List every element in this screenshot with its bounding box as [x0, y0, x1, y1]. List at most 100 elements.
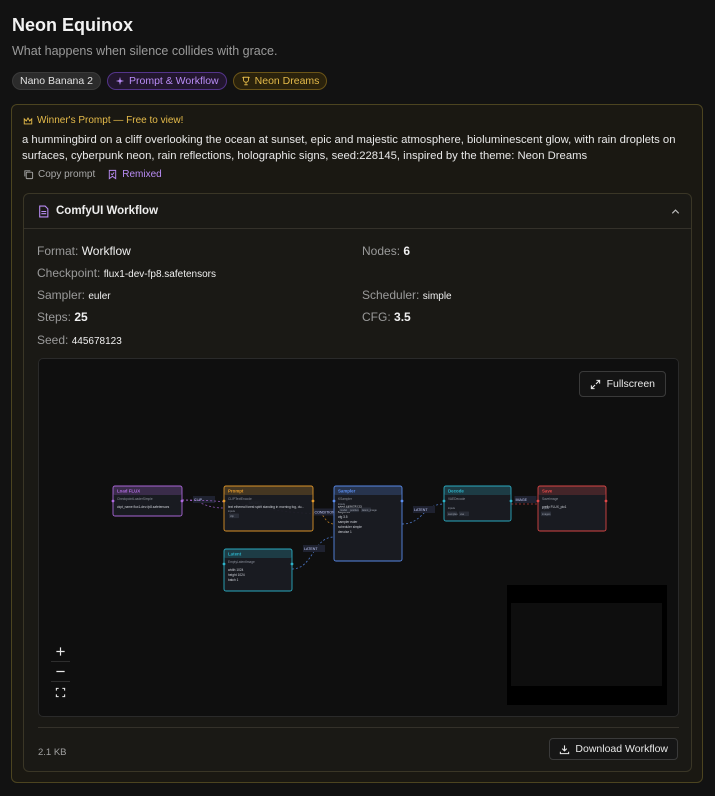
node-port [180, 499, 184, 503]
meta-nodes: Nodes: 6 [362, 244, 410, 258]
meta-nodes-label: Nodes: [362, 244, 401, 258]
node-port [111, 499, 115, 503]
meta-cfg-value: 3.5 [394, 310, 411, 324]
fit-view-icon [55, 687, 66, 697]
node-field: denoise 1 [338, 530, 352, 534]
tag-list: Nano Banana 2 Prompt & Workflow Neon Dre… [12, 72, 328, 90]
meta-checkpoint: Checkpoint: flux1-dev-fp8.safetensors [37, 266, 216, 280]
workflow-tag-label: Prompt & Workflow [128, 75, 219, 87]
node-slot: positive [350, 508, 359, 512]
node-field: scheduler simple [338, 525, 362, 529]
page-subtitle: What happens when silence collides with … [12, 44, 278, 58]
meta-steps: Steps: 25 [37, 310, 88, 324]
node-slot: latent_image [362, 508, 377, 512]
meta-cfg-label: CFG: [362, 310, 391, 324]
node-port [311, 499, 315, 503]
remixed-link[interactable]: Remixed [107, 169, 162, 180]
node-type: CLIPTextEncode [228, 497, 252, 501]
node-slot: images [542, 512, 551, 516]
minus-icon [56, 670, 65, 673]
sparkle-icon [115, 76, 125, 86]
fullscreen-label: Fullscreen [606, 378, 655, 390]
node-port [400, 499, 404, 503]
expand-icon [590, 379, 600, 389]
node-type: SaveImage [542, 497, 558, 501]
node-port [604, 499, 608, 503]
comfyui-workflow-card: ComfyUI Workflow Format: Workflow Nodes:… [23, 193, 692, 772]
edge-label: LATENT [414, 508, 428, 512]
prompt-actions: Copy prompt Remixed [23, 169, 162, 180]
node-title: Decode [448, 489, 464, 494]
zoom-out-button[interactable] [51, 662, 70, 682]
plus-icon [56, 647, 65, 656]
node-type: CheckpointLoaderSimple [117, 497, 153, 501]
node-slot: inputs [542, 506, 550, 510]
chevron-up-icon[interactable] [670, 206, 681, 217]
meta-checkpoint-value: flux1-dev-fp8.safetensors [103, 269, 216, 280]
winner-prompt-panel: Winner's Prompt — Free to view! a hummin… [11, 104, 703, 783]
node-field: sampler euler [338, 520, 358, 524]
model-tag-label: Nano Banana 2 [20, 75, 93, 87]
fit-view-button[interactable] [51, 682, 70, 702]
edge-label: LATENT [304, 547, 318, 551]
node-slot: inputs [228, 509, 236, 513]
workflow-tag[interactable]: Prompt & Workflow [106, 72, 227, 90]
document-icon [39, 205, 49, 218]
node-field: text ethereal forest spirit standing in … [228, 505, 304, 509]
copy-icon [24, 170, 34, 180]
node-port [222, 499, 226, 503]
node-port [332, 499, 336, 503]
workflow-header[interactable]: ComfyUI Workflow [24, 194, 691, 229]
minimap-viewport[interactable] [511, 603, 662, 686]
crown-icon [23, 116, 33, 124]
theme-tag[interactable]: Neon Dreams [232, 72, 328, 90]
node-port [442, 499, 446, 503]
node-slot: inputs [338, 502, 346, 506]
meta-format-value: Workflow [81, 244, 131, 258]
node-port [536, 499, 540, 503]
meta-seed-value: 445678123 [71, 336, 122, 347]
copy-prompt-label: Copy prompt [38, 169, 96, 180]
node-port [222, 562, 226, 566]
meta-scheduler-value: simple [422, 291, 452, 302]
meta-steps-value: 25 [74, 310, 88, 324]
node-port [290, 562, 294, 566]
minimap[interactable] [507, 585, 667, 705]
copy-prompt-button[interactable]: Copy prompt [23, 169, 95, 180]
model-tag[interactable]: Nano Banana 2 [12, 72, 101, 90]
node-field: cfg 3.5 [338, 515, 348, 519]
trophy-icon [241, 76, 250, 86]
meta-sampler-value: euler [88, 291, 111, 302]
winner-label: Winner's Prompt — Free to view! [23, 115, 183, 126]
node-slot: model [340, 508, 347, 512]
workflow-canvas[interactable]: CLIPMODELCONDITIONINGLATENTLATENTIMAGELo… [38, 358, 679, 717]
node-field: width 1024 [228, 568, 244, 572]
node-field: batch 1 [228, 578, 239, 582]
node-type: KSampler [338, 497, 353, 501]
meta-scheduler: Scheduler: simple [362, 288, 452, 302]
node-field: height 1024 [228, 573, 245, 577]
node-type: EmptyLatentImage [228, 560, 255, 564]
remixed-label: Remixed [122, 169, 162, 180]
download-icon [560, 744, 570, 754]
meta-nodes-value: 6 [403, 244, 411, 258]
meta-sampler-label: Sampler: [37, 288, 86, 302]
fullscreen-button[interactable]: Fullscreen [578, 371, 666, 397]
zoom-controls [51, 642, 70, 702]
meta-sampler: Sampler: euler [37, 288, 111, 302]
footer-divider [38, 727, 679, 728]
meta-format: Format: Workflow [37, 244, 131, 258]
download-workflow-button[interactable]: Download Workflow [549, 738, 678, 760]
node-title: Load FLUX [117, 489, 140, 494]
theme-tag-label: Neon Dreams [254, 75, 320, 87]
zoom-in-button[interactable] [51, 642, 70, 662]
node-title: Sampler [338, 489, 356, 494]
meta-format-label: Format: [37, 244, 79, 258]
node-title: Latent [228, 552, 242, 557]
meta-cfg: CFG: 3.5 [362, 310, 411, 324]
node-port [509, 499, 513, 503]
node-slot: inputs [448, 506, 456, 510]
page-title: Neon Equinox [12, 15, 133, 35]
meta-seed: Seed: 445678123 [37, 333, 122, 347]
winner-label-text: Winner's Prompt — Free to view! [37, 115, 184, 126]
